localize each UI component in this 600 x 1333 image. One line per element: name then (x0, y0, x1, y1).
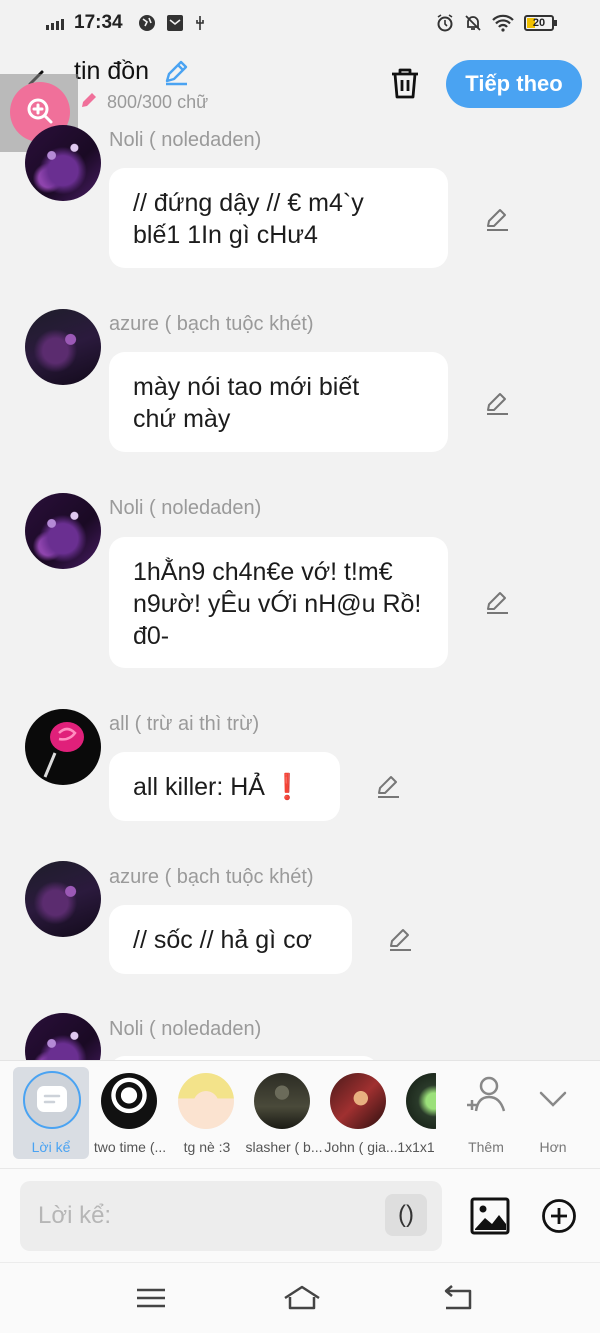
message-bubble[interactable]: all killer: HẢ ❗ (109, 752, 340, 821)
pencil-icon (82, 93, 96, 107)
edit-message-icon[interactable] (387, 926, 413, 952)
edit-title-icon[interactable] (162, 58, 190, 86)
system-nav-bar (0, 1262, 600, 1333)
character-item[interactable]: 1x1x1 (394, 1061, 436, 1161)
message-sender: Noli ( noledaden) (109, 497, 262, 519)
edit-message-icon[interactable] (484, 206, 510, 232)
message-line: // đứng dậy // € m4`y (133, 189, 364, 217)
message-line: all killer: HẢ ❗ (133, 773, 304, 801)
add-label: Thêm (468, 1139, 504, 1155)
tg-avatar (178, 1073, 234, 1129)
trash-icon[interactable] (389, 66, 421, 100)
character-label: John ( gia... (324, 1139, 398, 1155)
message-line: 1hẰn9 ch4n€e vớ! t!m€ (133, 558, 393, 586)
screen: 17:34 20 tin đồn 800/300 chữ Tiếp theo N… (0, 0, 600, 1333)
message-bubble[interactable]: 1hẰn9 ch4n€e vớ! t!m€ n9ườ! yÊu vỚi nH@u… (109, 537, 448, 668)
more-button[interactable]: Hơn (523, 1069, 583, 1159)
message-bubble[interactable]: // đứng dậy // € m4`y blế1 1In gì cHư4 (109, 168, 448, 268)
message-line: blế1 1In gì cHư4 (133, 221, 318, 249)
image-icon[interactable] (470, 1196, 510, 1236)
chat-bubble-icon (37, 1086, 67, 1112)
home-icon[interactable] (282, 1283, 322, 1313)
header: tin đồn 800/300 chữ Tiếp theo (0, 48, 600, 120)
avatar[interactable] (25, 125, 101, 201)
edit-message-icon[interactable] (375, 773, 401, 799)
next-button[interactable]: Tiếp theo (446, 60, 582, 108)
message-line: đ0- (133, 622, 170, 650)
slasher-avatar (254, 1073, 310, 1129)
more-label: Hơn (539, 1139, 567, 1155)
character-label: 1x1x1 (397, 1139, 435, 1155)
edit-message-icon[interactable] (484, 390, 510, 416)
add-character-button[interactable]: Thêm (456, 1069, 516, 1159)
john-avatar (330, 1073, 386, 1129)
alarm-icon (437, 14, 453, 32)
message-bubble[interactable]: mày nói tao mới biết chứ mày (109, 352, 448, 452)
character-label: tg nè :3 (183, 1139, 231, 1155)
character-item[interactable]: slasher ( b... (238, 1061, 326, 1161)
inbox-icon (167, 15, 183, 31)
character-item[interactable]: tg nè :3 (160, 1061, 248, 1161)
menu-icon[interactable] (134, 1283, 168, 1313)
back-nav-icon[interactable] (440, 1283, 474, 1313)
1x1x1-avatar (406, 1073, 436, 1129)
wifi-icon (492, 14, 514, 32)
globe-icon (139, 15, 155, 31)
chevron-down-icon (539, 1091, 567, 1107)
avatar[interactable] (25, 861, 101, 937)
mute-icon (465, 15, 481, 31)
battery-icon: 20 (524, 15, 557, 31)
edit-message-icon[interactable] (484, 589, 510, 615)
narration-input[interactable] (20, 1181, 442, 1251)
message-sender: azure ( bạch tuộc khét) (109, 313, 314, 335)
char-count: 800/300 chữ (107, 92, 209, 112)
avatar[interactable] (25, 309, 101, 385)
add-circle-icon[interactable] (541, 1198, 577, 1234)
input-row: () (0, 1168, 600, 1262)
status-time: 17:34 (74, 12, 123, 33)
message-sender: Noli ( noledaden) (109, 1018, 262, 1040)
message-line: chứ mày (133, 405, 231, 433)
add-person-icon (467, 1076, 506, 1112)
message-sender: all ( trừ ai thì trừ) (109, 713, 260, 735)
signal-icon (46, 19, 64, 30)
two-time-avatar (101, 1073, 157, 1129)
status-bar: 17:34 20 (0, 0, 600, 48)
message-line: n9ườ! yÊu vỚi nH@u Rồ! (133, 590, 422, 618)
narration-label: Lời kể (31, 1139, 71, 1155)
parentheses-button[interactable]: () (385, 1194, 427, 1236)
character-bar: Lời kể two time (... tg nè :3 slasher ( … (0, 1060, 600, 1168)
message-line: mày nói tao mới biết (133, 373, 360, 401)
page-title: tin đồn (74, 57, 150, 85)
message-sender: azure ( bạch tuộc khét) (109, 866, 314, 888)
message-line: // sốc // hả gì cơ (133, 926, 312, 954)
character-item[interactable]: John ( gia... (314, 1061, 402, 1161)
message-bubble[interactable]: // sốc // hả gì cơ (109, 905, 352, 974)
lollipop-icon (43, 722, 84, 778)
usb-icon (196, 16, 204, 30)
avatar[interactable] (25, 709, 101, 785)
message-sender: Noli ( noledaden) (109, 129, 262, 151)
avatar[interactable] (25, 493, 101, 569)
